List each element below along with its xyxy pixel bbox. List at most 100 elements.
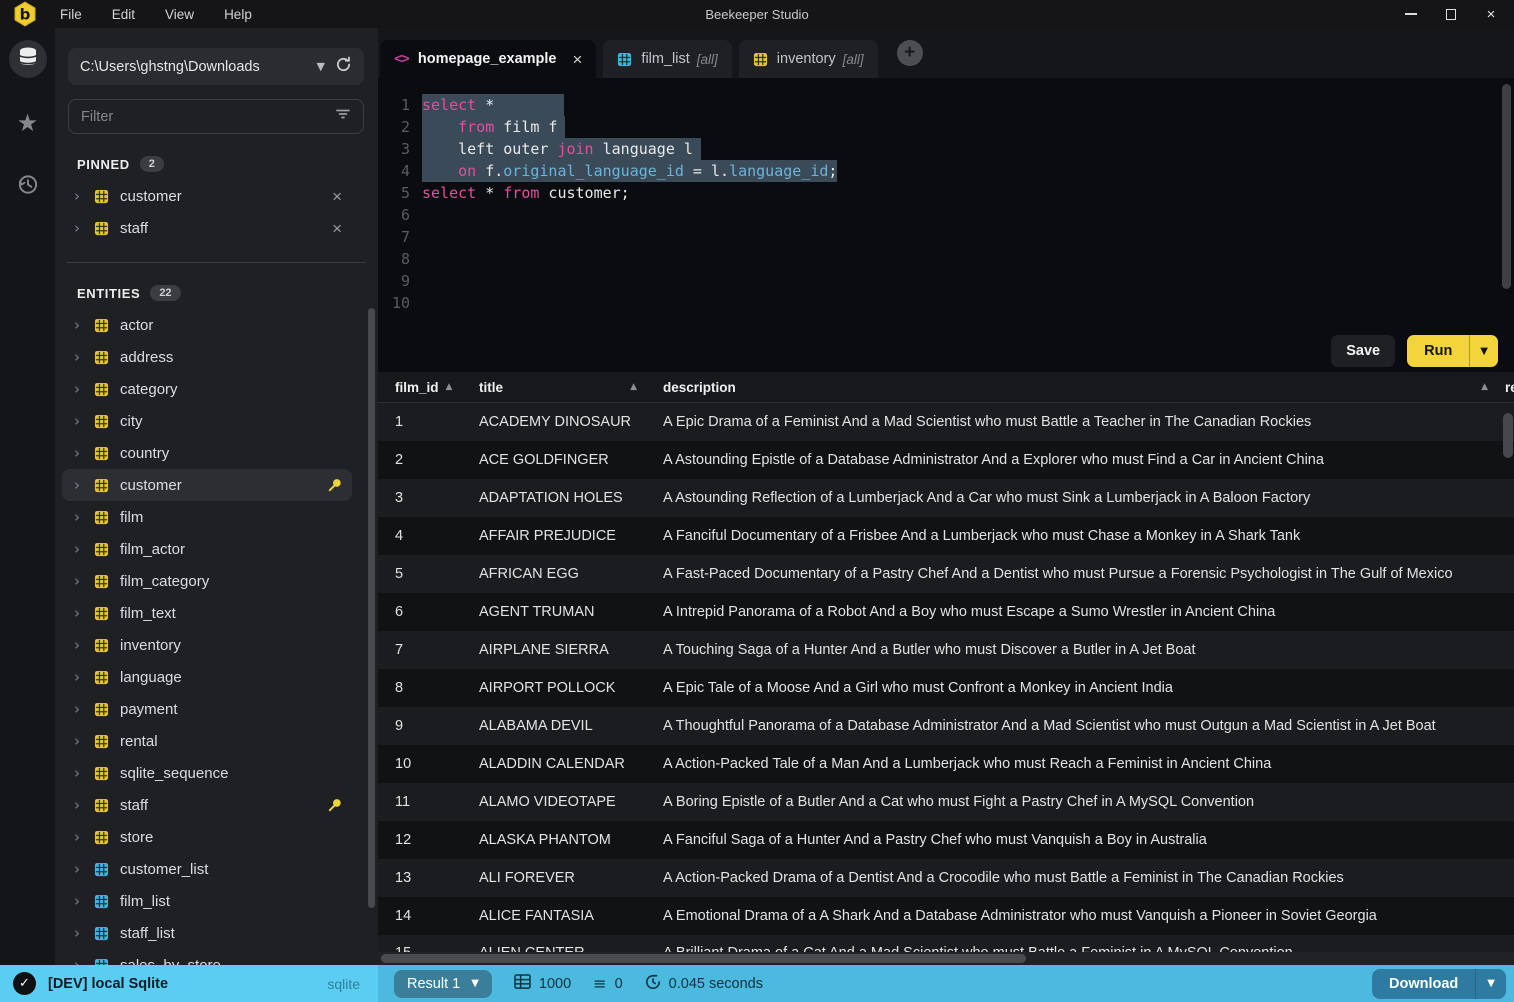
filter-input[interactable] (81, 108, 335, 125)
editor-actions: Save Run ▼ (378, 330, 1514, 372)
rail-history-button[interactable] (9, 168, 47, 206)
cell-title: ACADEMY DINOSAUR (479, 414, 632, 430)
download-dropdown-caret[interactable]: ▼ (1475, 968, 1506, 999)
item-label: city (120, 412, 143, 430)
table-grid-icon (94, 798, 109, 813)
tab-homepage-example[interactable]: <> homepage_example × (380, 40, 597, 78)
editor-scrollbar[interactable] (1502, 84, 1511, 289)
sidebar-item-address[interactable]: › address (62, 341, 352, 373)
sidebar-item-customer_list[interactable]: › customer_list (62, 853, 352, 885)
selection-highlight: select * (422, 94, 565, 116)
sidebar-item-film_list[interactable]: › film_list (62, 885, 352, 917)
table-row[interactable]: 8 AIRPORT POLLOCK A Epic Tale of a Moose A… (378, 669, 1514, 707)
download-button[interactable]: Download ▼ (1372, 968, 1506, 999)
sidebar-item-sales_by_store[interactable]: › sales_by_store (62, 949, 352, 965)
cell-title: ALIEN CENTER (479, 945, 663, 952)
history-icon (16, 173, 39, 201)
sidebar-item-payment[interactable]: › payment (62, 693, 352, 725)
sidebar-item-film_text[interactable]: › film_text (62, 597, 352, 629)
table-grid-icon (94, 766, 109, 781)
column-header-description[interactable]: description ▲ (663, 380, 1514, 395)
sql-token: from (458, 118, 495, 136)
table-row[interactable]: 11 ALAMO VIDEOTAPE A Boring Epistle of a B… (378, 783, 1514, 821)
sidebar-item-city[interactable]: › city (62, 405, 352, 437)
table-row[interactable]: 15ALIEN CENTERA Brilliant Drama of a Cat… (378, 935, 1514, 952)
line-number: 10 (391, 294, 410, 312)
column-header-title[interactable]: title ▲ (479, 380, 663, 395)
sidebar-item-film_category[interactable]: › film_category (62, 565, 352, 597)
vertical-scrollbar-thumb[interactable] (1503, 413, 1513, 458)
table-row[interactable]: 13 ALI FOREVER A Action-Packed Drama of a … (378, 859, 1514, 897)
pin-icon[interactable] (327, 798, 342, 813)
sidebar-item-sqlite_sequence[interactable]: › sqlite_sequence (62, 757, 352, 789)
sidebar-item-language[interactable]: › language (62, 661, 352, 693)
sidebar-item-film[interactable]: › film (62, 501, 352, 533)
table-row[interactable]: 2 ACE GOLDFINGER A Astounding Epistle of a… (378, 441, 1514, 479)
sidebar-item-film_actor[interactable]: › film_actor (62, 533, 352, 565)
table-row[interactable]: 12 ALASKA PHANTOM A Fanciful Saga of a Hun… (378, 821, 1514, 859)
table-row[interactable]: 6 AGENT TRUMAN A Intrepid Panorama of a Ro… (378, 593, 1514, 631)
close-icon[interactable]: × (572, 51, 582, 68)
new-tab-button[interactable]: + (896, 40, 923, 66)
affected-value: 0 (614, 975, 623, 992)
tab-inventory[interactable]: inventory [all] (738, 40, 878, 78)
menu-file[interactable]: File (60, 7, 82, 22)
table-row[interactable]: 3 ADAPTATION HOLES A Astounding Reflection… (378, 479, 1514, 517)
table-row[interactable]: 1 ACADEMY DINOSAUR A Epic Drama of a Femin… (378, 403, 1514, 441)
refresh-icon[interactable] (335, 56, 352, 78)
menu-help[interactable]: Help (224, 7, 252, 22)
cell-description: A Astounding Epistle of a Database Admin… (663, 452, 1324, 468)
pinned-item-customer[interactable]: › customer × (62, 180, 352, 212)
window-title: Beekeeper Studio (705, 6, 809, 22)
cell-film-id: 1 (395, 414, 404, 430)
sidebar-item-store[interactable]: › store (62, 821, 352, 853)
pinned-item-staff[interactable]: › staff × (62, 212, 352, 244)
sidebar-item-country[interactable]: › country (62, 437, 352, 469)
close-button[interactable]: × (1484, 6, 1498, 23)
sidebar-item-category[interactable]: › category (62, 373, 352, 405)
pin-icon[interactable] (327, 478, 342, 493)
tab-suffix: [all] (842, 51, 864, 67)
maximize-button[interactable] (1444, 7, 1458, 21)
result-selector-button[interactable]: Result 1 ▼ (394, 969, 492, 998)
cell-description: A Fanciful Documentary of a Frisbee And … (663, 528, 1301, 544)
chevron-right-icon: › (74, 796, 80, 814)
sidebar-item-staff[interactable]: › staff (62, 789, 352, 821)
tab-film-list[interactable]: film_list [all] (603, 40, 732, 78)
table-row[interactable]: 10 ALADDIN CALENDAR A Action-Packed Tale o… (378, 745, 1514, 783)
menu-view[interactable]: View (165, 7, 194, 22)
table-grid-icon (94, 382, 109, 397)
horizontal-scrollbar-thumb[interactable] (381, 954, 1026, 963)
horizontal-scrollbar-track[interactable] (378, 952, 1514, 965)
table-row[interactable]: 7 AIRPLANE SIERRA A Touching Saga of a Hun… (378, 631, 1514, 669)
run-dropdown-caret[interactable]: ▼ (1469, 335, 1498, 367)
sql-token: select (422, 184, 477, 202)
sidebar-item-inventory[interactable]: › inventory (62, 629, 352, 661)
save-button[interactable]: Save (1331, 335, 1396, 367)
column-header-film-id[interactable]: film_id ▲ (395, 380, 479, 395)
sql-token: * (476, 96, 495, 114)
table-row[interactable]: 9 ALABAMA DEVIL A Thoughtful Panorama of a… (378, 707, 1514, 745)
unpin-icon[interactable]: × (332, 188, 342, 205)
run-label[interactable]: Run (1407, 335, 1469, 367)
rail-tables-button[interactable] (8, 40, 47, 78)
sidebar-item-rental[interactable]: › rental (62, 725, 352, 757)
sql-editor[interactable]: 1 2 3 4 5 6 7 8 9 10 select * from film f left ou… (378, 78, 1514, 330)
minimize-button[interactable] (1404, 7, 1418, 21)
menu-edit[interactable]: Edit (112, 7, 135, 22)
sidebar-item-customer[interactable]: › customer (62, 469, 352, 501)
connection-name: [DEV] local Sqlite (48, 975, 169, 992)
unpin-icon[interactable]: × (332, 220, 342, 237)
sidebar-scrollbar[interactable] (368, 308, 375, 908)
table-row[interactable]: 14 ALICE FANTASIA A Emotional Drama of a A… (378, 897, 1514, 935)
connection-dropdown[interactable]: C:\Users\ghstng\Downloads ▼ (68, 48, 364, 85)
cell-film-id: 14 (395, 908, 412, 924)
sidebar-item-staff_list[interactable]: › staff_list (62, 917, 352, 949)
table-grid-icon (94, 542, 109, 557)
run-button[interactable]: Run ▼ (1407, 335, 1498, 367)
table-row[interactable]: 5 AFRICAN EGG A Fast-Paced Documentary of … (378, 555, 1514, 593)
code-area[interactable]: select * from film f left outer join lan… (422, 94, 1514, 330)
sidebar-item-actor[interactable]: › actor (62, 309, 352, 341)
rail-favorites-button[interactable]: ★ (9, 104, 47, 142)
table-row[interactable]: 4 AFFAIR PREJUDICE A Fanciful Documentary … (378, 517, 1514, 555)
